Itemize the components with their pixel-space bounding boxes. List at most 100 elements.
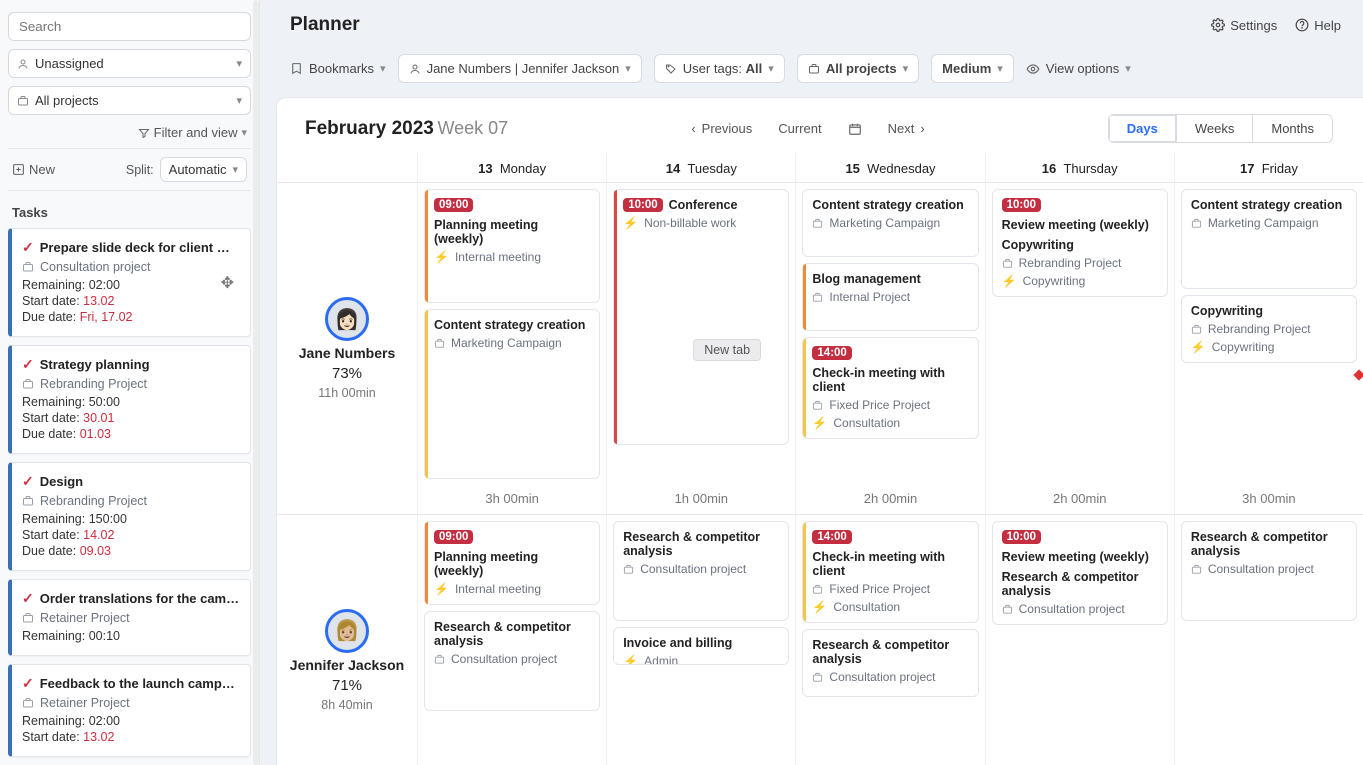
day-total: 3h 00min (1181, 485, 1357, 514)
briefcase-icon (812, 584, 823, 595)
person-percent: 73% (332, 365, 362, 382)
event-card[interactable]: 10:00Review meeting (weekly) Copywriting… (992, 189, 1168, 297)
event-card[interactable]: Content strategy creation Marketing Camp… (802, 189, 978, 257)
projects-filter[interactable]: All projects▾ (797, 54, 919, 83)
task-card[interactable]: ✓Strategy planning Rebranding Project Re… (8, 345, 251, 454)
view-days[interactable]: Days (1109, 115, 1176, 142)
avatar[interactable]: 👩🏻 (325, 297, 369, 341)
bookmark-icon (290, 62, 303, 75)
view-options[interactable]: View options▾ (1026, 61, 1131, 76)
page-title: Planner (290, 14, 360, 36)
bolt-icon: ⚡ (623, 216, 638, 230)
assignee-select[interactable]: Unassigned ▾ (8, 49, 251, 78)
event-card[interactable]: Copywriting Rebranding Project ⚡Copywrit… (1181, 295, 1357, 363)
bolt-icon: ⚡ (812, 416, 827, 430)
bolt-icon: ⚡ (1002, 274, 1017, 288)
briefcase-icon (812, 218, 823, 229)
scrollbar[interactable] (253, 0, 259, 765)
event-card[interactable]: 10:00Review meeting (weekly) Research & … (992, 521, 1168, 625)
search-input[interactable] (8, 12, 251, 41)
task-card[interactable]: ✓Order translations for the campaign … R… (8, 579, 251, 656)
calendar-icon (848, 122, 862, 136)
event-card[interactable]: Content strategy creation Marketing Camp… (1181, 189, 1357, 289)
briefcase-icon (1191, 324, 1202, 335)
day-total: 2h 00min (802, 485, 978, 514)
tags-filter[interactable]: User tags: All▾ (654, 54, 785, 83)
settings-link[interactable]: Settings (1211, 18, 1277, 33)
briefcase-icon (1002, 258, 1013, 269)
avatar[interactable]: 👩🏼 (325, 609, 369, 653)
briefcase-icon (808, 63, 820, 75)
event-card[interactable]: 14:00Check-in meeting with client Fixed … (802, 521, 978, 623)
view-months[interactable]: Months (1252, 115, 1332, 142)
event-card[interactable]: Content strategy creation Marketing Camp… (424, 309, 600, 479)
user-icon (17, 58, 29, 70)
event-card[interactable]: Research & competitor analysis Consultat… (1181, 521, 1357, 621)
chevron-down-icon: ▾ (236, 94, 242, 107)
help-link[interactable]: Help (1295, 18, 1341, 33)
check-icon: ✓ (22, 356, 34, 373)
person-name: Jennifer Jackson (290, 657, 404, 673)
check-icon: ✓ (22, 590, 34, 607)
briefcase-icon (22, 495, 34, 507)
task-card[interactable]: ✓ Prepare slide deck for client meeting … (8, 228, 251, 337)
briefcase-icon (812, 672, 823, 683)
help-icon (1295, 18, 1309, 32)
briefcase-icon (812, 292, 823, 303)
tag-icon (665, 63, 677, 75)
user-filter[interactable]: Jane Numbers | Jennifer Jackson▾ (398, 54, 642, 83)
event-card[interactable]: 14:00Check-in meeting with client Fixed … (802, 337, 978, 439)
eye-icon (1026, 62, 1040, 76)
chevron-down-icon: ▾ (241, 126, 247, 139)
split-label: Split: (126, 163, 154, 177)
person-time: 11h 00min (318, 386, 375, 400)
chevron-right-icon: › (920, 121, 924, 136)
day-total: 2h 00min (992, 485, 1168, 514)
plus-square-icon (12, 163, 25, 176)
event-card[interactable]: 09:00Planning meeting (weekly) ⚡Internal… (424, 189, 600, 303)
check-icon: ✓ (22, 675, 34, 692)
main: Planner Settings Help Bookmarks▾ Jane Nu (260, 0, 1363, 765)
calendar-button[interactable] (848, 122, 862, 136)
move-icon[interactable]: ✥ (221, 273, 234, 293)
event-card[interactable]: Invoice and billing ⚡Admin (613, 627, 789, 665)
event-card[interactable]: 09:00Planning meeting (weekly) ⚡Internal… (424, 521, 600, 605)
task-card[interactable]: ✓Design Rebranding Project Remaining: 15… (8, 462, 251, 571)
current-button[interactable]: Current (778, 121, 821, 136)
event-card[interactable]: Research & competitor analysis Consultat… (424, 611, 600, 711)
chevron-down-icon: ▾ (232, 163, 238, 176)
gear-icon (1211, 18, 1225, 32)
tasks-heading: Tasks (8, 191, 251, 228)
previous-button[interactable]: ‹Previous (691, 121, 752, 136)
bookmarks-filter[interactable]: Bookmarks▾ (290, 61, 386, 76)
briefcase-icon (1191, 564, 1202, 575)
month-label: February 2023 (305, 118, 434, 139)
filter-and-view[interactable]: Filter and view ▾ (8, 115, 251, 144)
project-select[interactable]: All projects ▾ (8, 86, 251, 115)
person-percent: 71% (332, 677, 362, 694)
bolt-icon: ⚡ (434, 250, 449, 264)
next-button[interactable]: Next› (888, 121, 925, 136)
check-icon: ✓ (22, 239, 34, 256)
day-total: 3h 00min (424, 485, 600, 514)
bolt-icon: ⚡ (623, 654, 638, 665)
task-card[interactable]: ✓Feedback to the launch campaign Retaine… (8, 664, 251, 757)
chevron-down-icon: ▾ (236, 57, 242, 70)
briefcase-icon (22, 612, 34, 624)
briefcase-icon (1191, 218, 1202, 229)
view-toggle: Days Weeks Months (1108, 114, 1333, 143)
event-card[interactable]: 10:00Conference ⚡Non-billable work (613, 189, 789, 445)
split-select[interactable]: Automatic ▾ (160, 157, 247, 182)
chevron-left-icon: ‹ (691, 121, 695, 136)
day-total: 1h 00min (613, 485, 789, 514)
event-card[interactable]: Research & competitor analysis Consultat… (613, 521, 789, 621)
detail-filter[interactable]: Medium▾ (931, 54, 1014, 83)
new-button[interactable]: New (12, 162, 55, 177)
briefcase-icon (434, 654, 445, 665)
event-card[interactable]: Research & competitor analysis Consultat… (802, 629, 978, 697)
bolt-icon: ⚡ (812, 600, 827, 614)
briefcase-icon (22, 697, 34, 709)
view-weeks[interactable]: Weeks (1176, 115, 1253, 142)
event-card[interactable]: Blog management Internal Project (802, 263, 978, 331)
briefcase-icon (1002, 604, 1013, 615)
